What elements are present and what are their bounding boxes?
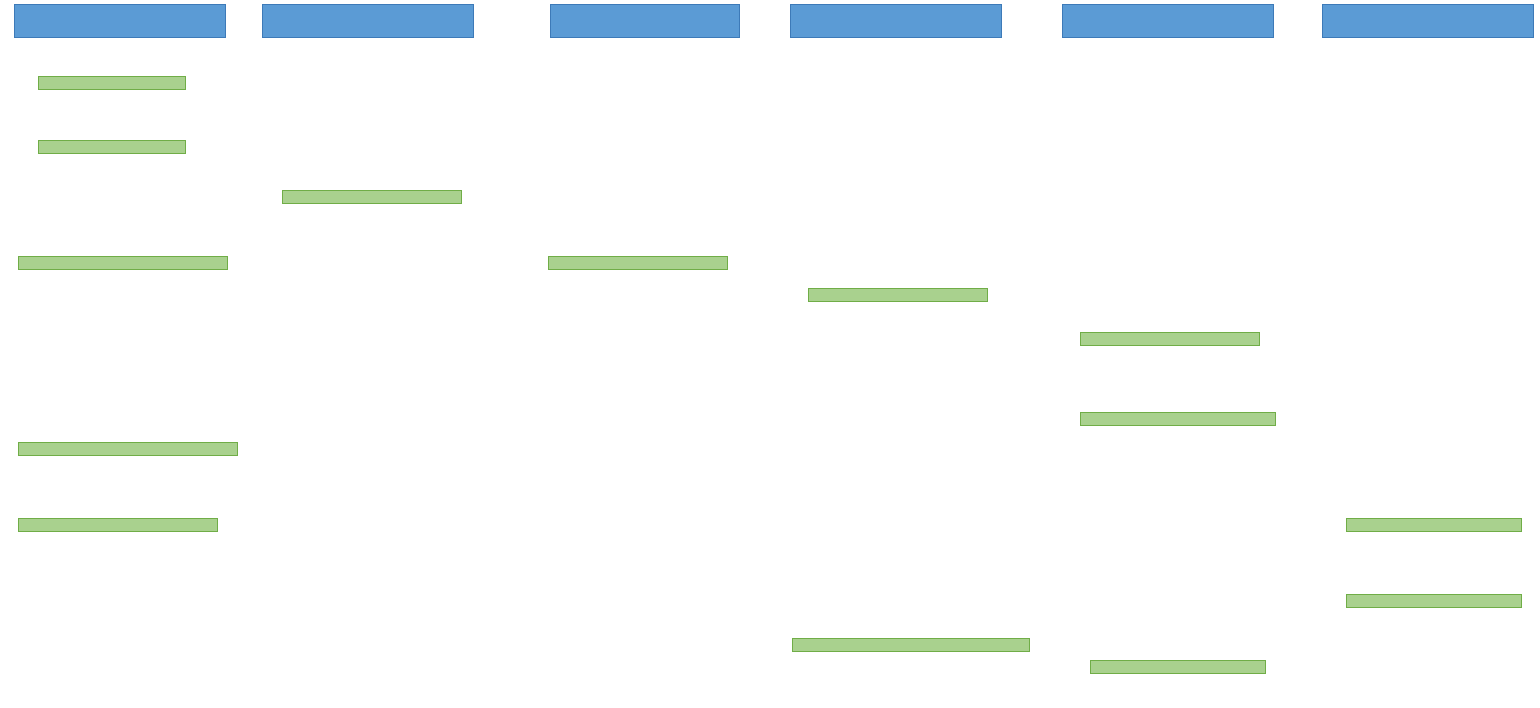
node-install-content-providers <box>18 442 238 456</box>
node-attach-info <box>1346 518 1522 532</box>
node-attach-2 <box>1080 332 1260 346</box>
lane-header-loaderapk <box>550 4 740 38</box>
node-handle-bind-application <box>18 256 228 270</box>
node-attach-base-context <box>1080 412 1276 426</box>
diagram-stage <box>0 0 1540 708</box>
node-new-application <box>808 288 988 302</box>
lane-header-instrumentation <box>790 4 1002 38</box>
node-on-context <box>1090 660 1266 674</box>
node-install-provider <box>18 518 218 532</box>
node-make-application <box>548 256 728 270</box>
node-attach <box>38 140 186 154</box>
node-attach-application <box>282 190 462 204</box>
node-on-create <box>1346 594 1522 608</box>
lane-header-application <box>1062 4 1274 38</box>
lane-header-activitymanagerservice <box>262 4 474 38</box>
node-main <box>38 76 186 90</box>
arrows-overlay <box>0 0 1540 708</box>
lane-header-activitythread <box>14 4 226 38</box>
lane-header-contentprovider <box>1322 4 1534 38</box>
node-call-application-on-create <box>792 638 1030 652</box>
